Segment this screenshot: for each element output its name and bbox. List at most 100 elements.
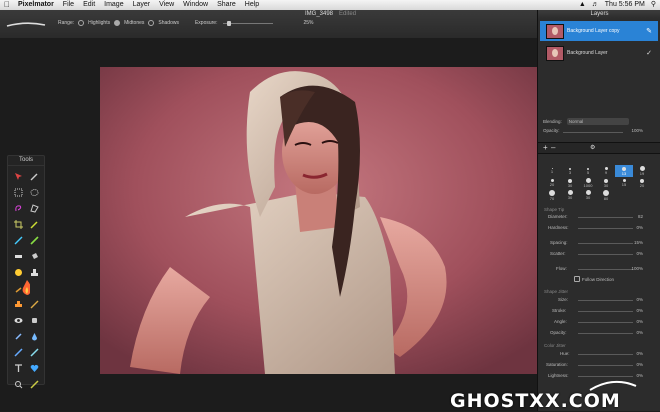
- spotlight-icon[interactable]: ⚲: [651, 0, 656, 10]
- brush-preset[interactable]: 30: [561, 177, 579, 189]
- menu-edit[interactable]: Edit: [83, 0, 95, 10]
- blur-icon[interactable]: [26, 328, 42, 344]
- menu-app[interactable]: Pixelmator: [18, 0, 54, 10]
- layer-visibility-checkbox[interactable]: ✓: [646, 49, 652, 57]
- menu-clock[interactable]: Thu 5:56 PM: [605, 0, 645, 10]
- smudge-icon[interactable]: [26, 296, 42, 312]
- layer-row-background-copy[interactable]: Background Layer copy ✎: [540, 21, 658, 41]
- brush-preset[interactable]: 70: [543, 189, 561, 201]
- add-layer-icon[interactable]: +: [543, 143, 548, 153]
- menu-layer[interactable]: Layer: [133, 0, 151, 10]
- follow-direction-box[interactable]: [574, 276, 580, 282]
- flow-value: 100%: [631, 266, 643, 271]
- lightness-slider[interactable]: [578, 376, 633, 377]
- document-name: IMG_3498: [305, 11, 334, 17]
- range-midtones-label: Midtones: [124, 20, 145, 26]
- exposure-slider[interactable]: [223, 20, 274, 26]
- brush-preset[interactable]: 1: [543, 165, 561, 177]
- spacing-slider[interactable]: [578, 243, 633, 244]
- shape-heart-icon[interactable]: [26, 360, 42, 376]
- zoom-icon[interactable]: [10, 376, 26, 392]
- type-icon[interactable]: [10, 360, 26, 376]
- hardness-slider[interactable]: [578, 228, 633, 229]
- range-highlights-radio[interactable]: [78, 20, 85, 26]
- brush-preset[interactable]: 30: [579, 189, 597, 201]
- range-midtones-radio[interactable]: [114, 20, 121, 26]
- layer-visibility-icon[interactable]: ✎: [646, 27, 652, 35]
- brush-preset[interactable]: 20: [543, 177, 561, 189]
- tool-options-bar: IMG_3498 Edited Range: Highlights Midtone…: [0, 10, 537, 39]
- clone-stamp-icon[interactable]: [26, 264, 42, 280]
- jitter-opacity-value: 0%: [636, 330, 643, 335]
- menu-file[interactable]: File: [63, 0, 74, 10]
- brush-preset[interactable]: 15: [615, 177, 633, 189]
- gear-icon[interactable]: ⚙: [590, 143, 595, 153]
- layer-opacity-slider[interactable]: [563, 132, 623, 133]
- hue-slider[interactable]: [578, 354, 633, 355]
- layer-opacity-label: Opacity:: [543, 128, 560, 133]
- scatter-slider[interactable]: [578, 254, 633, 255]
- menu-share[interactable]: Share: [217, 0, 236, 10]
- layers-panel: Layers Background Layer copy ✎ Backgroun…: [537, 10, 660, 411]
- brush-preset[interactable]: 9: [597, 165, 615, 177]
- hardness-value: 0%: [636, 225, 643, 230]
- brush-preset[interactable]: 19: [633, 165, 651, 177]
- jitter-opacity-slider[interactable]: [578, 333, 633, 334]
- menu-window[interactable]: Window: [183, 0, 208, 10]
- menu-help[interactable]: Help: [245, 0, 259, 10]
- move-tool-icon[interactable]: [10, 168, 26, 184]
- range-shadows-radio[interactable]: [148, 20, 155, 26]
- brush-preset[interactable]: 5: [579, 165, 597, 177]
- jitter-angle-value: 0%: [636, 319, 643, 324]
- layer-row-background[interactable]: Background Layer ✓: [540, 43, 658, 63]
- brush-preview[interactable]: [6, 22, 46, 28]
- wifi-icon[interactable]: ▲: [579, 0, 586, 10]
- sponge-icon[interactable]: [26, 312, 42, 328]
- menu-image[interactable]: Image: [104, 0, 123, 10]
- remove-layer-icon[interactable]: –: [551, 143, 555, 153]
- jitter-angle-slider[interactable]: [578, 322, 633, 323]
- apple-icon[interactable]: : [4, 0, 12, 10]
- eyedropper-icon[interactable]: [26, 216, 42, 232]
- flow-slider[interactable]: [578, 269, 633, 270]
- crop-icon[interactable]: [10, 216, 26, 232]
- jitter-size-slider[interactable]: [578, 300, 633, 301]
- brush-icon[interactable]: [26, 232, 42, 248]
- sharpen-icon[interactable]: [10, 328, 26, 344]
- blending-select[interactable]: Normal: [566, 118, 629, 125]
- magic-wand-icon[interactable]: [26, 168, 42, 184]
- saturation-slider[interactable]: [578, 365, 633, 366]
- line-icon[interactable]: [26, 344, 42, 360]
- exposure-slider-knob[interactable]: [227, 20, 232, 26]
- brush-preset[interactable]: 30: [561, 189, 579, 201]
- volume-icon[interactable]: ♬: [592, 0, 599, 10]
- pencil-icon[interactable]: [10, 232, 26, 248]
- rect-select-icon[interactable]: [10, 184, 26, 200]
- diameter-slider[interactable]: [578, 217, 633, 218]
- brush-preset[interactable]: 80: [597, 189, 615, 201]
- dodge-tool-icon[interactable]: [10, 280, 30, 296]
- brush-preset[interactable]: 1000: [579, 177, 597, 189]
- brush-preset[interactable]: 20: [633, 177, 651, 189]
- eraser-icon[interactable]: [10, 248, 26, 264]
- brush-preset-selected[interactable]: 13: [615, 165, 633, 177]
- brush-preset[interactable]: 3: [561, 165, 579, 177]
- brush-preset[interactable]: 30: [597, 177, 615, 189]
- red-eye-icon[interactable]: [10, 312, 26, 328]
- menu-view[interactable]: View: [159, 0, 174, 10]
- jitter-stroke-slider[interactable]: [578, 311, 633, 312]
- polygon-lasso-icon[interactable]: [26, 200, 42, 216]
- pen-icon[interactable]: [10, 344, 26, 360]
- jitter-opacity-label: Opacity:: [550, 330, 567, 335]
- document-photo[interactable]: [100, 67, 537, 374]
- jitter-stroke-label: Stroke:: [552, 308, 567, 313]
- gradient-icon[interactable]: [10, 264, 26, 280]
- hand-icon[interactable]: [26, 376, 42, 392]
- paint-bucket-icon[interactable]: [26, 248, 42, 264]
- follow-direction-checkbox[interactable]: Follow Direction: [574, 276, 614, 282]
- color-jitter-heading: Color Jitter: [544, 343, 566, 348]
- lasso-icon[interactable]: [10, 200, 26, 216]
- ellipse-select-icon[interactable]: [26, 184, 42, 200]
- layer-opacity-value: 100%: [631, 128, 643, 133]
- stamp-icon[interactable]: [10, 296, 26, 312]
